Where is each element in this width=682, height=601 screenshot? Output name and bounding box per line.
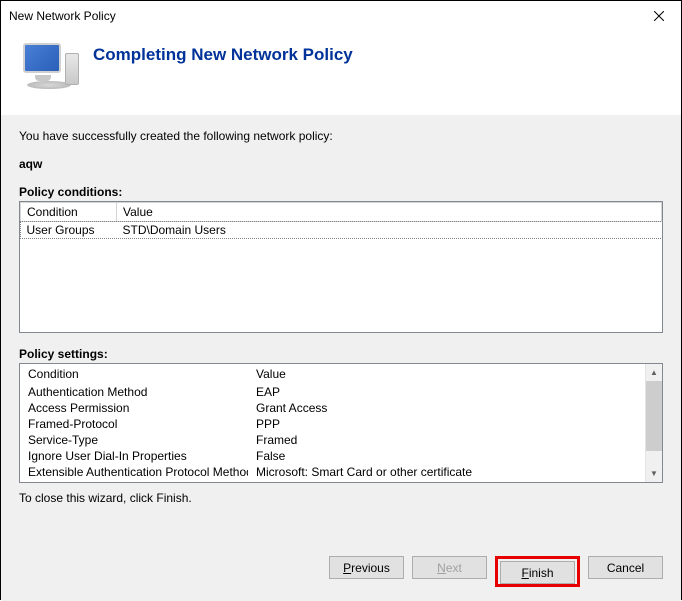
- table-row[interactable]: Extensible Authentication Protocol Metho…: [20, 464, 645, 480]
- scroll-down-button[interactable]: ▼: [646, 465, 662, 482]
- table-row[interactable]: Ignore User Dial-In PropertiesFalse: [20, 448, 645, 464]
- table-row[interactable]: Authentication MethodEAP: [20, 384, 645, 400]
- titlebar: New Network Policy: [1, 1, 681, 31]
- table-row[interactable]: Framed-ProtocolPPP: [20, 416, 645, 432]
- conditions-table-container: Condition Value User Groups STD\Domain U…: [19, 201, 663, 333]
- settings-table: Condition Value Authentication MethodEAP…: [20, 366, 645, 480]
- close-icon: [654, 11, 664, 21]
- closing-text: To close this wizard, click Finish.: [19, 491, 663, 505]
- settings-header-value: Value: [248, 366, 645, 384]
- next-button: Next: [412, 556, 487, 579]
- conditions-label: Policy conditions:: [19, 185, 663, 199]
- conditions-header-condition[interactable]: Condition: [21, 203, 117, 222]
- settings-header-condition: Condition: [20, 366, 248, 384]
- table-row[interactable]: User Groups STD\Domain Users: [21, 222, 662, 239]
- wizard-content: You have successfully created the follow…: [1, 115, 681, 538]
- previous-button[interactable]: Previous: [329, 556, 404, 579]
- cancel-button[interactable]: Cancel: [588, 556, 663, 579]
- wizard-header: Completing New Network Policy: [1, 31, 681, 115]
- value-cell: STD\Domain Users: [117, 222, 662, 239]
- close-button[interactable]: [637, 1, 681, 31]
- wizard-heading: Completing New Network Policy: [93, 41, 353, 65]
- conditions-table: Condition Value User Groups STD\Domain U…: [20, 202, 662, 238]
- settings-scrollbar[interactable]: ▲ ▼: [645, 364, 662, 482]
- settings-table-container: Condition Value Authentication MethodEAP…: [19, 363, 663, 483]
- conditions-header-value[interactable]: Value: [117, 203, 662, 222]
- intro-text: You have successfully created the follow…: [19, 129, 663, 143]
- scroll-track[interactable]: [646, 451, 662, 465]
- scroll-up-button[interactable]: ▲: [646, 364, 662, 381]
- window-title: New Network Policy: [9, 9, 116, 23]
- settings-label: Policy settings:: [19, 347, 663, 361]
- policy-name: aqw: [19, 157, 663, 171]
- condition-cell: User Groups: [21, 222, 117, 239]
- finish-highlight: Finish: [495, 556, 580, 587]
- wizard-footer: Previous Next Finish Cancel: [1, 538, 681, 601]
- monitor-icon: [21, 41, 79, 97]
- table-row[interactable]: Service-TypeFramed: [20, 432, 645, 448]
- finish-button[interactable]: Finish: [500, 561, 575, 584]
- scroll-thumb[interactable]: [646, 381, 662, 451]
- table-row[interactable]: Access PermissionGrant Access: [20, 400, 645, 416]
